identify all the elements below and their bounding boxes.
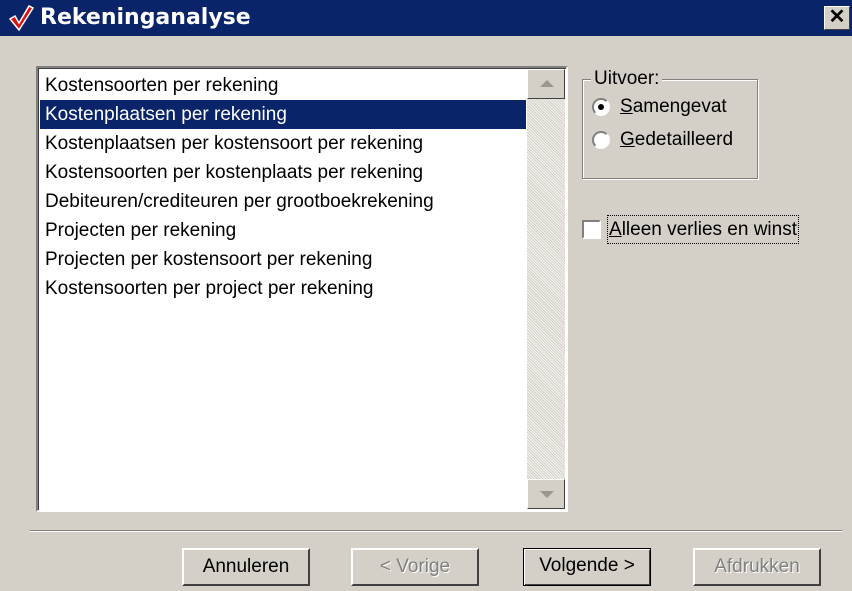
checkmark-icon (8, 5, 34, 32)
list-item[interactable]: Kostensoorten per project per rekening (40, 274, 526, 303)
output-group-legend: Uitvoer: (591, 66, 663, 92)
arrow-up-icon (540, 80, 554, 87)
radio-button[interactable] (592, 98, 610, 116)
window-title: Rekeninganalyse (40, 5, 251, 30)
title-bar[interactable]: Rekeninganalyse ✕ (0, 0, 852, 36)
list-item[interactable]: Kostenplaatsen per kostensoort per reken… (40, 129, 526, 158)
previous-button[interactable]: < Vorige (351, 548, 479, 586)
list-items: Kostensoorten per rekening Kostenplaatsen… (40, 71, 526, 303)
next-button[interactable]: Volgende > (523, 548, 651, 586)
vertical-scrollbar[interactable] (527, 69, 565, 509)
report-type-list[interactable]: Kostensoorten per rekening Kostenplaatsen… (36, 66, 568, 512)
cancel-button[interactable]: Annuleren (182, 548, 310, 586)
button-separator (30, 530, 842, 532)
loss-profit-only-checkbox[interactable] (582, 220, 601, 239)
list-item[interactable]: Kostensoorten per rekening (40, 71, 526, 100)
loss-profit-only-label: Alleen verlies en winst (607, 215, 799, 244)
list-item[interactable]: Debiteuren/crediteuren per grootboekreke… (40, 187, 526, 216)
list-item[interactable]: Projecten per rekening (40, 216, 526, 245)
radio-label-gedetailleerd: Gedetailleerd (620, 129, 734, 150)
radio-button[interactable] (592, 131, 610, 149)
close-icon: ✕ (828, 6, 846, 28)
list-item[interactable]: Projecten per kostensoort per rekening (40, 245, 526, 274)
scroll-down-button[interactable] (527, 479, 565, 509)
list-item[interactable]: Kostenplaatsen per rekening (40, 100, 526, 129)
scroll-up-button[interactable] (527, 69, 565, 99)
radio-label-samengevat: Samengevat (620, 96, 727, 117)
arrow-down-icon (540, 491, 554, 498)
radio-dot (598, 104, 604, 110)
list-item[interactable]: Kostensoorten per kostenplaats per reken… (40, 158, 526, 187)
close-button[interactable]: ✕ (824, 6, 850, 30)
print-button[interactable]: Afdrukken (693, 548, 821, 586)
